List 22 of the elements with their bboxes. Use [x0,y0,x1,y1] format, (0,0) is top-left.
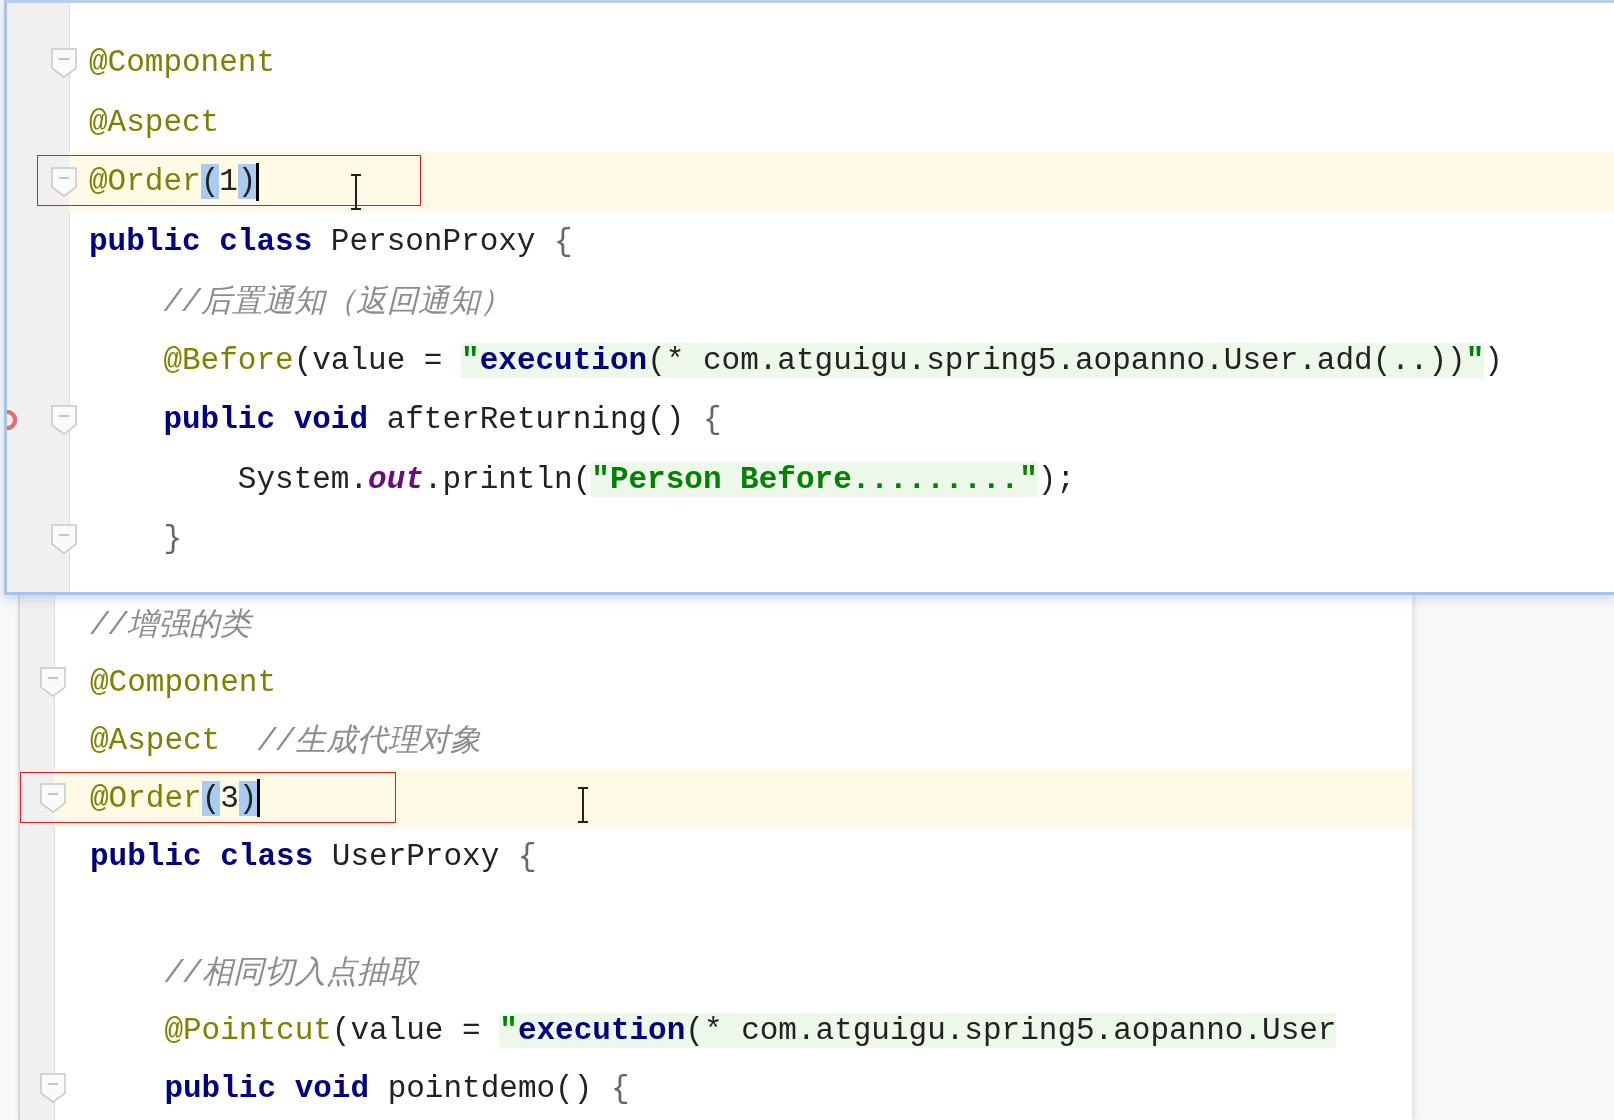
code-line: public void pointdemo() { [163,1070,630,1106]
code-line: //后置通知（返回通知） [162,283,511,322]
code-line: //相同切入点抽取 [163,955,419,993]
code-line: @Order(1) [89,162,260,201]
code-line: @Component [90,664,277,700]
code-line: public class UserProxy { [90,838,537,874]
fold-icon[interactable] [51,47,77,78]
fold-icon[interactable] [40,783,66,813]
fold-icon[interactable] [40,667,66,697]
fold-icon[interactable] [51,523,77,554]
code-line: @Aspect [89,104,220,140]
fold-icon[interactable] [51,404,77,435]
code-line: @Aspect //生成代理对象 [90,721,481,761]
fold-icon[interactable] [51,166,77,197]
code-line: @Component [89,45,276,81]
code-line: public void afterReturning() { [162,402,722,438]
code-line: @Order(3) [90,779,261,817]
code-line: //增强的类 [90,607,252,645]
code-line: } [162,521,182,557]
fold-icon[interactable] [40,1073,66,1103]
code-line: @Pointcut(value = "execution(* com.atguigu.spring5.aopanno.User [163,1012,1337,1048]
code-line: public class PersonProxy { [89,223,573,259]
